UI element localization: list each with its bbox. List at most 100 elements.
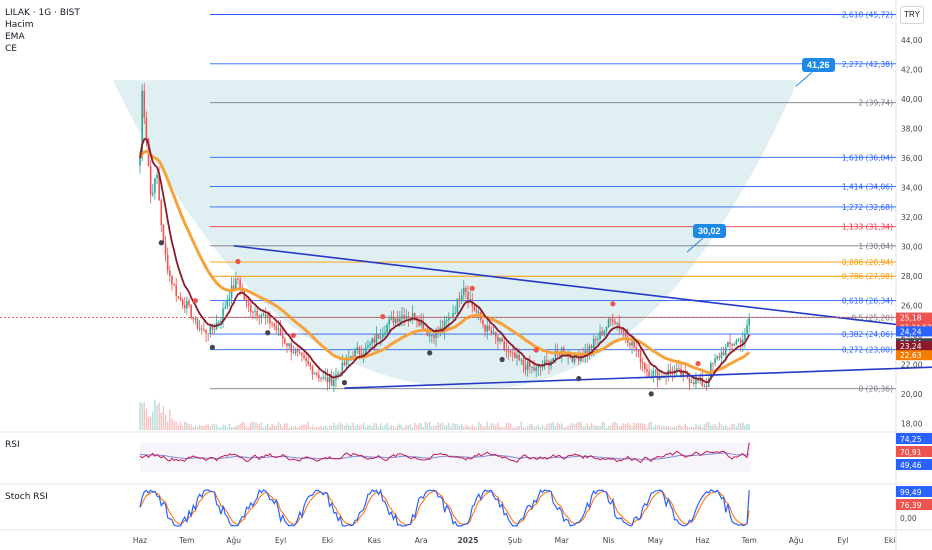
volume-bar	[446, 425, 448, 430]
volume-bar	[198, 424, 201, 430]
volume-bar	[220, 427, 222, 430]
candle-body	[228, 298, 231, 302]
candle-body	[675, 368, 678, 371]
candle-body	[252, 311, 254, 313]
volume-bar	[222, 424, 224, 430]
candle-body	[388, 319, 391, 325]
volume-bar	[684, 423, 686, 430]
volume-bar	[181, 425, 184, 430]
candle-body	[737, 339, 740, 341]
fib-label: 1 (30,04)	[859, 242, 894, 251]
volume-bar	[367, 424, 369, 430]
chart-canvas[interactable]: 2,618 (45,72) 2,272 (42,38) 2 (39,74) 1,618…	[0, 0, 932, 550]
volume-bar	[671, 426, 674, 430]
volume-bar	[262, 427, 265, 430]
volume-bar	[311, 425, 314, 430]
candle-body	[188, 300, 190, 306]
y-axis-label: 36,00	[901, 154, 923, 163]
candle-body	[377, 334, 380, 339]
volume-bar	[563, 427, 565, 430]
volume-bar	[475, 427, 478, 430]
volume-bar	[456, 424, 459, 430]
volume-bar	[273, 425, 275, 430]
candle-body	[465, 288, 467, 292]
candle-body	[669, 369, 672, 372]
candle-body	[616, 323, 618, 325]
volume-bar	[471, 424, 473, 430]
legend-ema[interactable]: EMA	[5, 31, 80, 43]
rsi-badge-label: 49,46	[900, 461, 922, 470]
candle-body	[703, 385, 706, 387]
candle-body	[739, 339, 742, 344]
stoch-d-line	[139, 490, 750, 526]
volume-bar	[516, 426, 518, 430]
volume-bar	[669, 426, 672, 430]
volume-bar	[552, 421, 554, 430]
ce-signal-dot	[235, 258, 241, 265]
candle-body	[320, 378, 322, 380]
volume-bar	[499, 427, 501, 430]
candle-body	[245, 299, 248, 303]
legend-volume[interactable]: Hacim	[5, 19, 80, 31]
fib-label: 0,786 (27,98)	[842, 272, 893, 281]
target-callout-3002: 30,02	[693, 224, 726, 239]
candle-body	[382, 334, 384, 338]
volume-bar	[160, 413, 162, 430]
volume-bar	[629, 424, 631, 430]
volume-bar	[282, 426, 284, 430]
candle-body	[641, 362, 644, 364]
volume-bar	[420, 423, 422, 430]
candle-body	[198, 328, 201, 330]
volume-bar	[392, 425, 395, 430]
volume-bar	[388, 427, 390, 430]
fib-label: 2,618 (45,72)	[842, 11, 893, 20]
volume-bar	[624, 424, 627, 430]
volume-bar	[703, 423, 706, 430]
volume-bar	[620, 425, 623, 430]
volume-bar	[665, 426, 667, 430]
candle-body	[475, 310, 478, 313]
volume-bar	[390, 425, 393, 430]
candle-body	[371, 338, 373, 344]
y-axis-label: 20,00	[901, 390, 923, 399]
volume-bar	[205, 424, 207, 430]
candle-body	[639, 350, 642, 363]
y-axis-label: 44,00	[901, 36, 923, 45]
currency-button[interactable]: TRY	[900, 6, 924, 24]
volume-bar	[320, 425, 322, 430]
candle-body	[205, 330, 207, 334]
volume-bar	[322, 426, 324, 430]
volume-bar	[663, 425, 665, 430]
candle-body	[386, 324, 388, 333]
volume-bar	[196, 426, 199, 430]
y-axis-label: 28,00	[901, 272, 923, 281]
volume-bar	[544, 427, 546, 430]
volume-bar	[637, 422, 640, 430]
volume-bar	[299, 426, 301, 430]
volume-bar	[701, 427, 704, 430]
candle-body	[505, 349, 508, 351]
volume-bar	[590, 422, 593, 430]
candle-body	[390, 316, 393, 320]
candle-body	[533, 366, 535, 371]
volume-bar	[175, 421, 177, 430]
volume-bar	[256, 423, 258, 430]
candle-body	[373, 338, 376, 343]
volume-bar	[678, 424, 680, 430]
volume-bar	[375, 423, 378, 430]
candle-body	[296, 350, 299, 352]
volume-bar	[718, 422, 721, 430]
candle-body	[488, 325, 491, 331]
legend-ce[interactable]: CE	[5, 43, 80, 55]
x-axis-label: Nis	[603, 536, 615, 545]
volume-bar	[497, 422, 499, 430]
volume-bar	[164, 414, 167, 430]
volume-bar	[305, 424, 307, 430]
volume-bar	[145, 408, 148, 430]
candle-body	[484, 324, 486, 332]
symbol-title[interactable]: LILAK · 1G · BIST	[5, 7, 80, 19]
candle-body	[333, 379, 335, 386]
volume-bar	[179, 421, 182, 430]
candle-body	[281, 335, 284, 339]
volume-bar	[477, 421, 480, 430]
